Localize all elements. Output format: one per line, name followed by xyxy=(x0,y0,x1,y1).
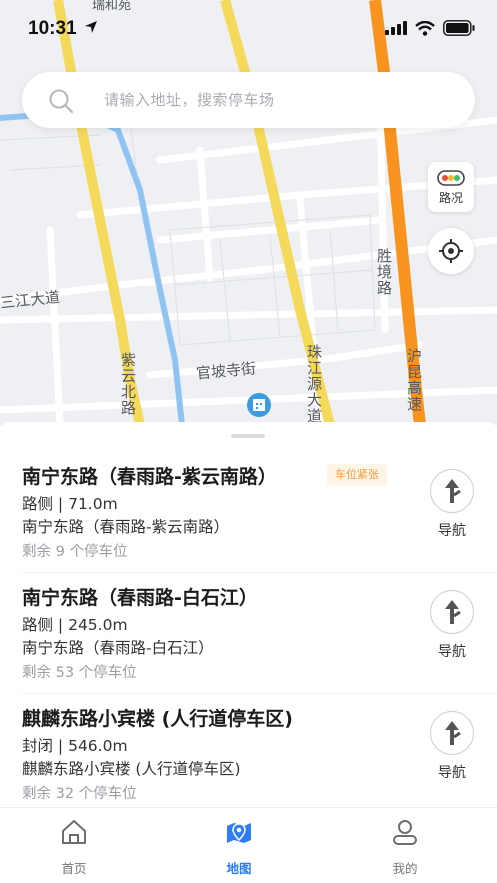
bottom-tab-bar: 首页 地图 我的 xyxy=(0,807,497,883)
navigate-label: 导航 xyxy=(438,523,466,539)
traffic-label: 路况 xyxy=(438,191,463,205)
map-label-zhujiangyuan: 珠江源大道 xyxy=(305,344,323,424)
traffic-light-icon xyxy=(437,170,465,186)
search-icon xyxy=(49,89,74,114)
map-label-hukun: 沪昆高速 xyxy=(405,348,423,412)
navigate-circle xyxy=(430,469,474,513)
lot-meta: 路侧 | 245.0m xyxy=(22,616,128,634)
user-icon xyxy=(393,820,417,845)
lot-meta: 路侧 | 71.0m xyxy=(22,495,118,513)
list-item[interactable]: 麒麟东路小宾楼 (人行道停车区) 封闭 | 546.0m 麒麟东路小宾楼 (人行… xyxy=(0,704,497,807)
navigation-arrow-icon xyxy=(445,600,461,624)
tab-label: 首页 xyxy=(61,861,87,876)
lot-remaining: 剩余 9 个停车位 xyxy=(22,544,128,560)
navigation-arrow-icon xyxy=(445,721,461,745)
lot-address: 麒麟东路小宾楼 (人行道停车区) xyxy=(22,760,241,778)
signal-icon xyxy=(385,21,407,35)
traffic-toggle-button[interactable]: 路况 xyxy=(428,162,474,212)
map-view[interactable]: 瑞和苑 三江大道 官坡寺街 紫云北路 珠江源大道 胜境路 沪昆高速 10:31 xyxy=(0,0,497,425)
divider xyxy=(22,572,497,573)
battery-icon xyxy=(443,20,475,36)
home-icon xyxy=(62,820,86,844)
list-item[interactable]: 南宁东路（春雨路-紫云南路） 车位紧张 路侧 | 71.0m 南宁东路（春雨路-… xyxy=(0,462,497,584)
navigate-button[interactable]: 导航 xyxy=(426,469,478,541)
lot-title: 南宁东路（春雨路-紫云南路） xyxy=(22,466,277,488)
status-badge: 车位紧张 xyxy=(327,464,387,486)
wifi-icon xyxy=(415,20,435,36)
navigate-circle xyxy=(430,590,474,634)
lot-address: 南宁东路（春雨路-白石江） xyxy=(22,639,214,657)
map-pin-icon xyxy=(227,823,251,843)
locate-button[interactable] xyxy=(428,228,474,274)
location-arrow-icon xyxy=(85,21,97,33)
sheet-drag-handle[interactable] xyxy=(231,434,265,438)
search-input[interactable]: 请输入地址，搜索停车场 xyxy=(22,72,475,128)
tab-profile[interactable]: 我的 xyxy=(355,808,455,883)
tab-label: 我的 xyxy=(392,861,418,876)
navigate-label: 导航 xyxy=(438,644,466,660)
lot-remaining: 剩余 32 个停车位 xyxy=(22,786,137,802)
lot-address: 南宁东路（春雨路-紫云南路） xyxy=(22,518,230,536)
crosshair-icon xyxy=(439,239,463,263)
list-item[interactable]: 南宁东路（春雨路-白石江） 路侧 | 245.0m 南宁东路（春雨路-白石江） … xyxy=(0,583,497,705)
status-time: 10:31 xyxy=(28,18,77,39)
search-placeholder: 请输入地址，搜索停车场 xyxy=(104,91,275,109)
navigate-button[interactable]: 导航 xyxy=(426,711,478,783)
lot-title: 南宁东路（春雨路-白石江） xyxy=(22,587,258,609)
map-label-ziyunbei: 紫云北路 xyxy=(119,352,137,416)
navigate-label: 导航 xyxy=(438,765,466,781)
status-bar: 10:31 xyxy=(0,0,497,60)
parking-list-sheet[interactable]: 南宁东路（春雨路-紫云南路） 车位紧张 路侧 | 71.0m 南宁东路（春雨路-… xyxy=(0,422,497,807)
map-label-shengjing: 胜境路 xyxy=(375,248,393,296)
divider xyxy=(22,693,497,694)
lot-title: 麒麟东路小宾楼 (人行道停车区) xyxy=(22,708,293,730)
tab-label: 地图 xyxy=(226,861,252,876)
navigation-arrow-icon xyxy=(445,479,461,503)
navigate-circle xyxy=(430,711,474,755)
navigate-button[interactable]: 导航 xyxy=(426,590,478,662)
lot-remaining: 剩余 53 个停车位 xyxy=(22,665,137,681)
tab-home[interactable]: 首页 xyxy=(24,808,124,883)
lot-meta: 封闭 | 546.0m xyxy=(22,737,128,755)
tab-map[interactable]: 地图 xyxy=(189,808,289,883)
